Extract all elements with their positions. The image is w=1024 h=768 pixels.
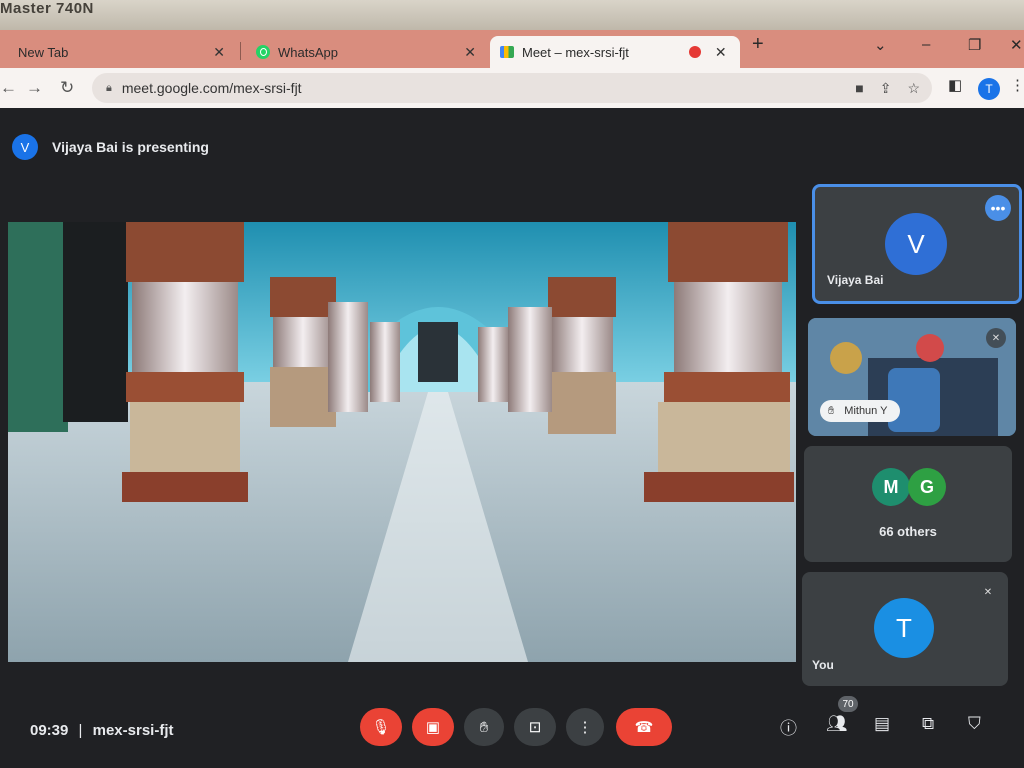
- window-close-icon[interactable]: ✕: [1010, 36, 1023, 54]
- others-count-label: 66 others: [879, 524, 937, 539]
- presenting-banner: V Vijaya Bai is presenting: [12, 134, 209, 160]
- mic-off-icon: ✕: [978, 582, 998, 602]
- tab-separator: [240, 42, 241, 60]
- participant-avatar: G: [908, 468, 946, 506]
- back-icon[interactable]: ←: [0, 78, 17, 98]
- bookmark-star-icon[interactable]: ☆: [907, 80, 920, 97]
- presentation-view: [8, 222, 796, 662]
- tab-new-tab[interactable]: New Tab ✕: [0, 36, 235, 68]
- mic-toggle-button[interactable]: 🎙︎: [360, 708, 402, 746]
- browser-tabbar: New Tab ✕ WhatsApp ✕ Meet – mex-srsi-fjt…: [0, 30, 1024, 68]
- current-time: 09:39: [30, 722, 69, 739]
- participant-name: Vijaya Bai: [827, 273, 884, 287]
- meeting-code: mex-srsi-fjt: [92, 722, 174, 739]
- monitor-brand: Master 740N: [0, 0, 94, 17]
- participant-tile[interactable]: V ••• Vijaya Bai: [812, 184, 1022, 304]
- close-icon[interactable]: ✕: [464, 44, 476, 61]
- participant-count-badge: 70: [838, 696, 858, 712]
- participant-name-pill: ✋︎ Mithun Y: [820, 400, 900, 422]
- present-screen-button[interactable]: ⊡: [514, 708, 556, 746]
- others-tile[interactable]: M G 66 others: [804, 446, 1012, 562]
- chevron-down-icon[interactable]: ⌄: [874, 36, 887, 54]
- participant-avatar: V: [885, 213, 947, 275]
- hang-up-icon: ☎︎: [634, 719, 654, 736]
- tab-meet[interactable]: Meet – mex-srsi-fjt ✕: [490, 36, 740, 68]
- address-bar-row: ← → ↻ 🔒︎ meet.google.com/mex-srsi-fjt ■ …: [0, 68, 1024, 108]
- call-controls-bar: 09:39 | mex-srsi-fjt 🎙︎ ▣ ✋︎ ⊡ ⋮ ☎︎ ⓘ 👥︎…: [0, 696, 1024, 768]
- tab-label: Meet – mex-srsi-fjt: [522, 44, 629, 60]
- menu-icon[interactable]: ⋮: [1010, 76, 1024, 94]
- self-tile[interactable]: ✕ T You: [802, 572, 1008, 686]
- restore-icon[interactable]: ❐: [968, 36, 981, 54]
- mic-off-icon: 🎙︎: [371, 719, 391, 736]
- tab-label: WhatsApp: [278, 44, 338, 60]
- hall-photo: [8, 222, 796, 662]
- share-icon[interactable]: ⇪: [880, 80, 892, 97]
- chat-icon[interactable]: ▤: [874, 714, 890, 734]
- people-icon[interactable]: 👥︎: [826, 714, 848, 734]
- activities-icon[interactable]: ⧉: [922, 714, 934, 734]
- participant-avatar: T: [874, 598, 934, 658]
- camera-toggle-button[interactable]: ▣: [412, 708, 454, 746]
- close-icon[interactable]: ✕: [213, 44, 225, 61]
- reload-icon[interactable]: ↻: [60, 78, 74, 98]
- camera-off-icon: ▣: [425, 719, 441, 736]
- info-icon[interactable]: ⓘ: [780, 714, 797, 739]
- forward-icon[interactable]: →: [26, 78, 43, 98]
- presenter-avatar: V: [12, 134, 38, 160]
- meeting-info: 09:39 | mex-srsi-fjt: [30, 722, 173, 739]
- url-text: meet.google.com/mex-srsi-fjt: [121, 80, 302, 96]
- participant-tile[interactable]: ✕ ✋︎ Mithun Y: [808, 318, 1016, 436]
- url-bar[interactable]: 🔒︎ meet.google.com/mex-srsi-fjt ■ ⇪ ☆: [92, 73, 932, 103]
- more-options-button[interactable]: ⋮: [566, 708, 604, 746]
- presenting-text: Vijaya Bai is presenting: [52, 139, 209, 155]
- new-tab-button[interactable]: +: [752, 33, 764, 56]
- participant-name: Mithun Y: [844, 405, 888, 417]
- present-screen-icon: ⊡: [528, 719, 542, 736]
- hand-icon: ✋︎: [828, 404, 835, 417]
- tab-label: New Tab: [18, 44, 69, 60]
- side-panel-icon[interactable]: ◧: [948, 76, 962, 94]
- more-options-button[interactable]: •••: [985, 195, 1011, 221]
- raise-hand-button[interactable]: ✋︎: [464, 708, 504, 746]
- lock-icon: 🔒︎: [106, 81, 112, 94]
- mic-off-icon: ✕: [986, 328, 1006, 348]
- camera-icon[interactable]: ■: [855, 80, 863, 97]
- google-meet-icon: [500, 46, 514, 58]
- participant-avatar: M: [872, 468, 910, 506]
- leave-call-button[interactable]: ☎︎: [616, 708, 672, 746]
- whatsapp-icon: [256, 45, 270, 59]
- minimize-icon[interactable]: –: [922, 36, 930, 53]
- more-vert-icon: ⋮: [577, 719, 593, 736]
- tab-whatsapp[interactable]: WhatsApp ✕: [246, 36, 486, 68]
- monitor-bezel: Master 740N: [0, 0, 1024, 30]
- profile-avatar[interactable]: T: [978, 78, 1000, 100]
- meet-window: V Vijaya Bai is presenting V ••• Vijaya …: [0, 108, 1024, 768]
- recording-icon: [688, 46, 701, 58]
- hand-icon: ✋︎: [479, 718, 489, 736]
- close-icon[interactable]: ✕: [715, 44, 727, 61]
- participant-name: You: [812, 658, 834, 672]
- info-separator: |: [78, 722, 83, 739]
- host-controls-icon[interactable]: ⛉: [968, 714, 981, 734]
